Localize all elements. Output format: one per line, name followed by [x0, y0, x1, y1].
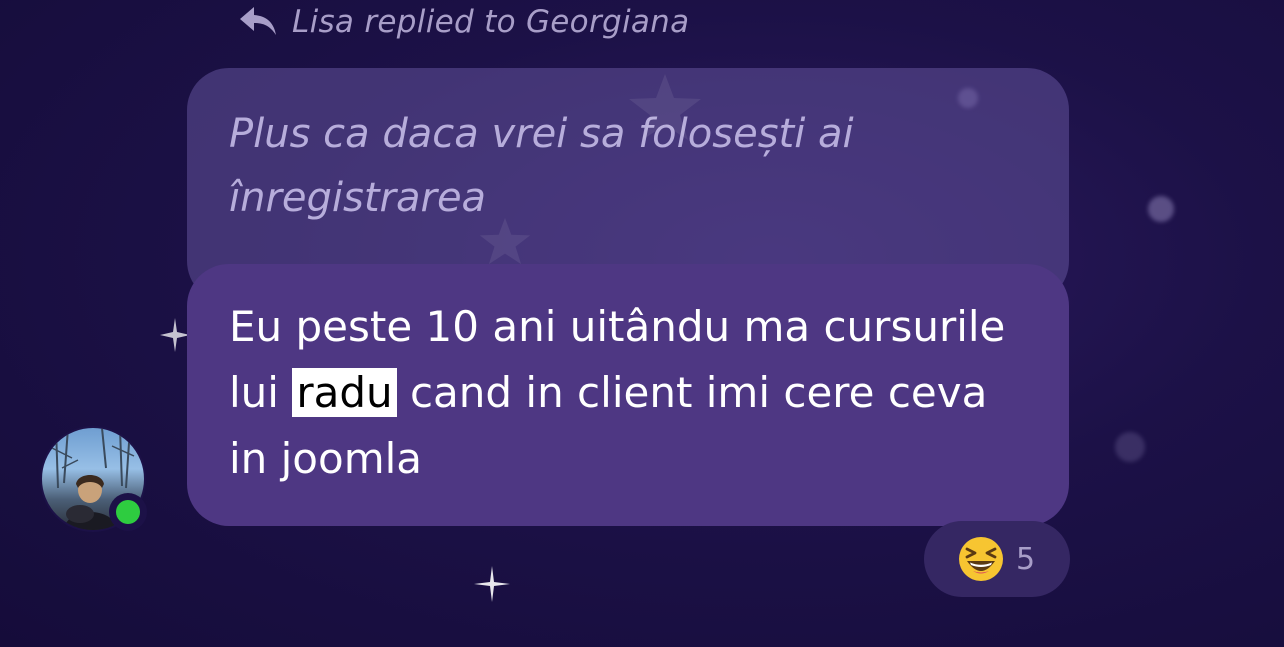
message-bubble[interactable]: Eu peste 10 ani uitându ma cursurile lui…	[187, 264, 1069, 526]
reply-header: Lisa replied to Georgiana	[238, 2, 689, 42]
background-star-icon	[474, 566, 510, 602]
bubble-star-icon	[629, 74, 701, 140]
highlighted-word[interactable]: radu	[292, 368, 397, 417]
background-sparkle	[1148, 196, 1174, 222]
background-sparkle	[1115, 432, 1145, 462]
reply-arrow-icon	[238, 5, 278, 39]
background-star-icon	[160, 318, 190, 352]
online-status-badge	[109, 493, 147, 531]
reaction-count: 5	[1016, 541, 1036, 577]
laughing-face-icon	[959, 537, 1003, 581]
online-status-dot	[116, 500, 140, 524]
reaction-button[interactable]: 5	[924, 521, 1070, 597]
reply-header-text: Lisa replied to Georgiana	[292, 4, 690, 40]
bubble-star-icon	[479, 217, 531, 265]
message-text: Eu peste 10 ani uitându ma cursurile lui…	[229, 294, 1029, 492]
